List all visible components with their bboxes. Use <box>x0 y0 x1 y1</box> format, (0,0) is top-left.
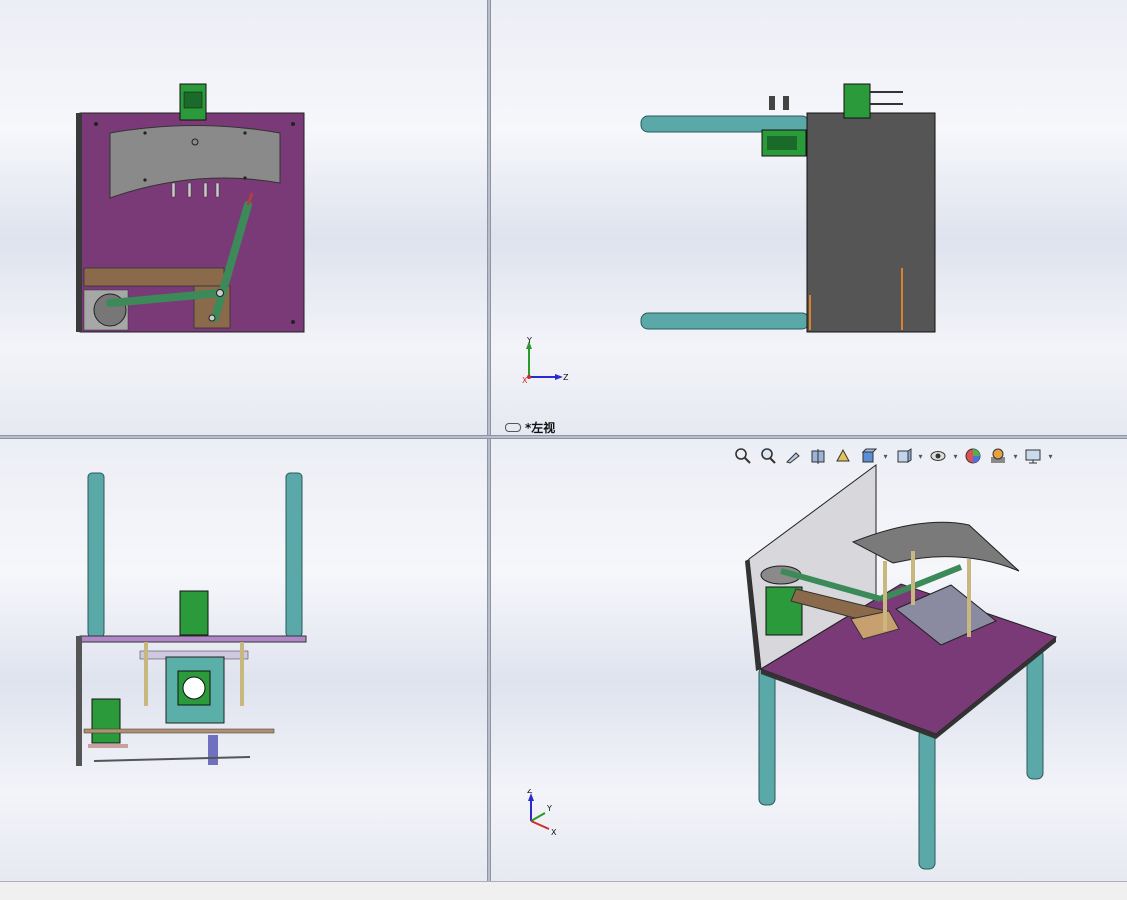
vertical-viewport-splitter[interactable] <box>487 0 491 881</box>
viewport-label-text: *左视 <box>525 421 556 435</box>
triad-z-label: Z <box>563 373 569 382</box>
front-viewport[interactable] <box>0 0 487 435</box>
front-view-model <box>76 83 305 333</box>
iso-triad-y-label: Y <box>546 804 552 813</box>
top-viewport[interactable] <box>0 439 487 881</box>
left-viewport[interactable]: Y Z X *左视 <box>491 0 1127 435</box>
viewport-label: *左视 <box>505 419 555 435</box>
iso-coordinate-triad: Z Y X <box>527 789 557 837</box>
horizontal-viewport-splitter[interactable] <box>0 435 1127 439</box>
link-views-icon <box>505 423 521 432</box>
iso-triad-x-label: X <box>551 828 557 837</box>
isometric-model <box>745 464 1058 870</box>
triad-y-label: Y <box>526 336 532 345</box>
top-view-model <box>76 472 307 766</box>
isometric-viewport[interactable]: ▾ ▾ ▾ ▾ ▾ Z Y X <box>491 439 1127 881</box>
left-view-model <box>640 83 936 333</box>
status-bar <box>0 881 1127 900</box>
iso-triad-z-label: Z <box>527 789 533 795</box>
coordinate-triad: Y Z X <box>522 336 569 385</box>
triad-x-label: X <box>522 376 528 385</box>
